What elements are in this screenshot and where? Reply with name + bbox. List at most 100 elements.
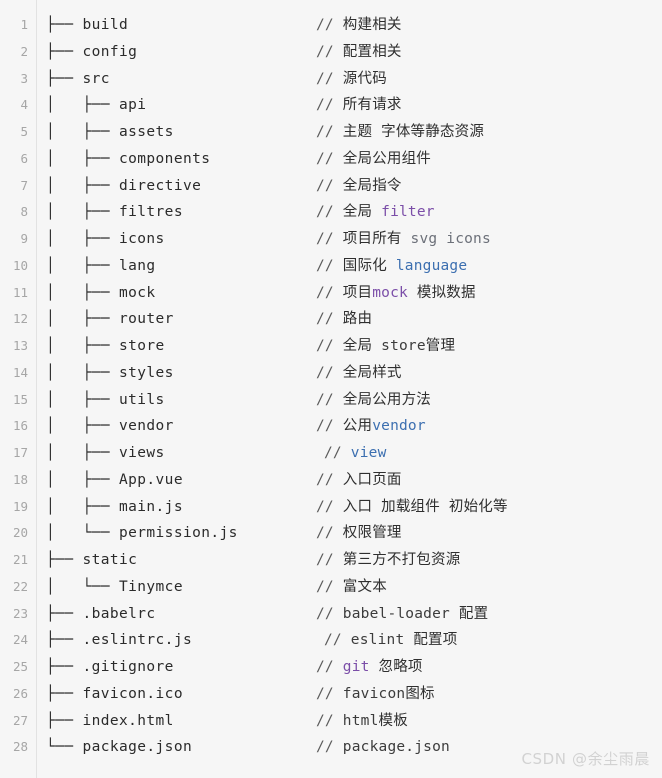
tree-entry: └── package.json — [46, 739, 193, 756]
comment-slashes: // — [316, 418, 343, 435]
comment-slashes: // — [316, 498, 343, 515]
line-comment: // package.json — [316, 734, 450, 761]
comment-cjk-text: 入口 — [342, 498, 373, 515]
comment-token: language — [395, 257, 468, 274]
tree-entry: │ ├── lang — [46, 257, 156, 274]
line-number: 12 — [12, 311, 28, 327]
comment-token: view — [350, 445, 387, 461]
comment-slashes: // — [316, 70, 343, 87]
comment-slashes: // — [316, 685, 343, 702]
tree-entry: │ ├── App.vue — [46, 471, 183, 488]
tree-entry: │ ├── main.js — [46, 498, 183, 515]
line-number: 24 — [12, 632, 28, 648]
tree-entry: │ └── permission.js — [46, 525, 238, 542]
line-comment: // eslint 配置项 — [324, 627, 457, 654]
tree-entry: │ ├── router — [46, 311, 174, 328]
comment-token: git — [342, 659, 370, 675]
code-line: 6 │ ├── components // 全局公用组件 — [0, 146, 662, 173]
code-line: 23 ├── .babelrc // babel-loader 配置 — [0, 601, 662, 628]
comment-cjk-text: 第三方不打包资源 — [342, 552, 461, 568]
code-line: 16 │ ├── vendor // 公用vendor — [0, 413, 662, 440]
code-line: 11 │ ├── mock // 项目mock 模拟数据 — [0, 280, 662, 307]
line-comment: // 全局指令 — [316, 173, 402, 200]
line-number: 17 — [12, 445, 28, 460]
comment-cjk-text: 全局 — [342, 338, 373, 354]
line-comment: // 全局样式 — [316, 360, 402, 387]
code-line: 1 ├── build // 构建相关 — [0, 12, 662, 39]
line-number: 11 — [12, 284, 28, 300]
comment-cjk-text: 全局 — [342, 204, 373, 221]
code-line: 22 │ └── Tinymce // 富文本 — [0, 574, 662, 601]
tree-entry: │ ├── vendor — [46, 418, 174, 435]
comment-slashes: // — [316, 177, 343, 194]
code-line: 12 │ ├── router // 路由 — [0, 306, 662, 333]
line-comment: // 入口 加载组件 初始化等 — [316, 494, 508, 521]
comment-slashes: // — [316, 364, 343, 381]
comment-text — [404, 632, 413, 648]
comment-token: favicon — [342, 685, 406, 702]
line-comment: // 富文本 — [316, 574, 387, 601]
line-number: 18 — [12, 471, 28, 487]
comment-cjk-text: 忽略项 — [378, 659, 423, 675]
line-number: 20 — [12, 525, 28, 541]
comment-cjk-text: 项目所有 — [342, 231, 402, 247]
tree-entry: │ ├── icons — [46, 231, 165, 247]
code-line: 14 │ ├── styles // 全局样式 — [0, 360, 662, 387]
code-line: 13 │ ├── store // 全局 store管理 — [0, 333, 662, 360]
comment-text — [372, 124, 381, 140]
tree-entry: ├── .eslintrc.js — [46, 632, 193, 649]
comment-cjk-text: 配置项 — [413, 632, 458, 649]
comment-cjk-text: 字体等静态资源 — [381, 124, 485, 140]
line-number: 26 — [12, 685, 28, 701]
line-comment: // 入口页面 — [316, 467, 402, 494]
code-line: 3 ├── src // 源代码 — [0, 66, 662, 93]
code-line: 24 ├── .eslintrc.js // eslint 配置项 — [0, 627, 662, 654]
code-line: 17 │ ├── views // view — [0, 440, 662, 467]
line-number: 23 — [12, 605, 28, 621]
comment-cjk-text: 项目 — [342, 284, 373, 301]
line-number: 28 — [12, 739, 28, 755]
code-line: 2 ├── config // 配置相关 — [0, 39, 662, 66]
comment-cjk-text: 初始化等 — [448, 498, 508, 515]
comment-cjk-text: 源代码 — [342, 70, 387, 87]
tree-entry: │ ├── views — [46, 445, 165, 461]
code-line-list: 1 ├── build // 构建相关 2 ├── config // 配置相关 3 ├── … — [0, 12, 662, 761]
code-line: 7 │ ├── directive // 全局指令 — [0, 173, 662, 200]
comment-cjk-text: 全局样式 — [342, 364, 402, 381]
tree-entry: ├── src — [46, 70, 110, 87]
line-comment: // favicon图标 — [316, 681, 435, 708]
comment-cjk-text: 管理 — [425, 338, 456, 354]
comment-cjk-text: 公用 — [342, 418, 373, 435]
line-comment: // 项目所有 svg icons — [316, 226, 491, 253]
line-comment: // 项目mock 模拟数据 — [316, 280, 476, 307]
comment-cjk-text: 构建相关 — [342, 17, 402, 33]
line-comment: // 主题 字体等静态资源 — [316, 119, 484, 146]
line-number: 1 — [20, 17, 28, 32]
line-number: 6 — [20, 150, 28, 166]
line-comment: // 路由 — [316, 306, 372, 333]
tree-entry: │ ├── styles — [46, 364, 174, 381]
comment-cjk-text: 主题 — [342, 124, 373, 140]
comment-cjk-text: 加载组件 — [381, 498, 440, 515]
line-comment: // 构建相关 — [316, 12, 402, 39]
comment-text — [370, 659, 379, 675]
comment-cjk-text: 全局公用方法 — [342, 391, 431, 408]
line-comment: // 权限管理 — [316, 520, 402, 547]
comment-text — [450, 606, 459, 622]
line-comment: // 公用vendor — [316, 413, 426, 440]
comment-slashes: // — [316, 204, 343, 221]
line-comment: // 配置相关 — [316, 39, 402, 66]
tree-entry: ├── .gitignore — [46, 659, 174, 675]
comment-text — [408, 285, 417, 301]
comment-cjk-text: 所有请求 — [342, 97, 402, 114]
comment-slashes: // — [316, 257, 343, 274]
comment-text — [372, 338, 381, 354]
comment-slashes: // — [324, 632, 351, 649]
comment-cjk-text: 权限管理 — [342, 525, 402, 542]
comment-cjk-text: 全局公用组件 — [342, 150, 431, 167]
line-comment: // babel-loader 配置 — [316, 601, 488, 628]
line-comment: // html模板 — [316, 708, 408, 735]
tree-entry: ├── index.html — [46, 712, 174, 729]
code-line: 9 │ ├── icons // 项目所有 svg icons — [0, 226, 662, 253]
comment-cjk-text: 入口页面 — [342, 471, 402, 488]
